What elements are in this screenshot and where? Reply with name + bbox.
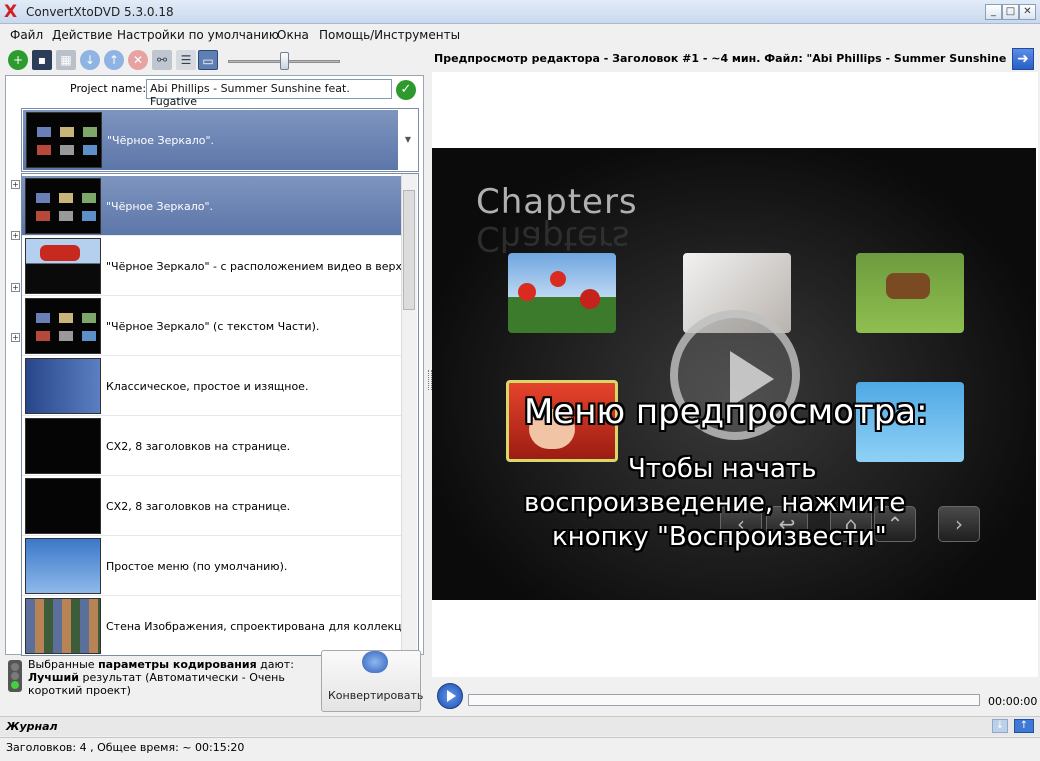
list-item-label: Стена Изображения, спроектирована для ко… [106, 620, 401, 633]
expand-icon[interactable]: + [11, 180, 20, 189]
journal-label[interactable]: Журнал [6, 720, 58, 733]
template-thumbnail [26, 112, 102, 168]
template-thumbnail [25, 538, 101, 594]
list-item[interactable]: "Чёрное Зеркало". [22, 176, 402, 236]
encoding-result-bold: Лучший [28, 671, 79, 684]
list-item-label: Простое меню (по умолчанию). [106, 560, 288, 573]
list-item-label: CX2, 8 заголовков на странице. [106, 440, 291, 453]
close-button[interactable]: ✕ [1019, 4, 1036, 20]
chapters-title-reflection: Chapters [476, 218, 630, 258]
encoding-summary: Выбранные параметры кодирования дают: Лу… [28, 658, 318, 697]
template-thumbnail [25, 418, 101, 474]
template-thumbnail [25, 598, 101, 654]
link-icon[interactable]: ⚯ [152, 50, 172, 70]
menu-defaults[interactable]: Настройки по умолчанию [117, 28, 279, 42]
maximize-button[interactable]: □ [1002, 4, 1019, 20]
chapter-thumbnail[interactable] [508, 253, 616, 333]
expand-icon[interactable]: + [11, 231, 20, 240]
list-item[interactable]: Классическое, простое и изящное. [22, 356, 402, 416]
menu-help-tools[interactable]: Помощь/Инструменты [319, 28, 460, 42]
list-item-label: Классическое, простое и изящное. [106, 380, 309, 393]
menu-template-dropdown[interactable]: "Чёрное Зеркало". "Чёрное Зеркало" - с р… [21, 173, 419, 656]
list-item[interactable]: Стена Изображения, спроектирована для ко… [22, 596, 402, 655]
encoding-suffix: дают: [256, 658, 294, 671]
expand-icon[interactable]: + [11, 283, 20, 292]
zoom-slider-thumb[interactable] [280, 52, 289, 70]
list-item-label: "Чёрное Зеркало" (с текстом Части). [106, 320, 320, 333]
split-icon[interactable]: ▦ [56, 50, 76, 70]
list-item[interactable]: CX2, 8 заголовков на странице. [22, 416, 402, 476]
convert-button[interactable]: Конвертировать [321, 650, 424, 712]
add-icon[interactable]: + [8, 50, 28, 70]
menu-windows[interactable]: Окна [277, 28, 309, 42]
traffic-light-icon [8, 660, 22, 692]
expand-icon[interactable]: + [11, 333, 20, 342]
overlay-title: Меню предпросмотра: [524, 392, 928, 432]
convert-label: Конвертировать [328, 689, 424, 702]
project-name-label: Project name: [70, 82, 147, 95]
minimize-button[interactable]: _ [985, 4, 1002, 20]
arrow-up-icon[interactable]: ↑ [1014, 719, 1034, 733]
list-item-label: CX2, 8 заголовков на странице. [106, 500, 291, 513]
list-item-label: "Чёрное Зеркало" - с расположением видео… [106, 260, 401, 273]
move-up-icon[interactable]: ↑ [104, 50, 124, 70]
chapters-title: Chapters [476, 182, 638, 222]
list-item-label: "Чёрное Зеркало". [106, 200, 214, 213]
convert-icon [362, 651, 388, 673]
app-logo-icon: X [4, 2, 18, 22]
list-icon[interactable]: ☰ [176, 50, 196, 70]
nav-next-button[interactable]: › [938, 506, 980, 542]
chapter-thumbnail[interactable] [856, 253, 964, 333]
play-button[interactable] [437, 683, 463, 709]
template-thumbnail [25, 358, 101, 414]
menu-template-selected-label: "Чёрное Зеркало". [107, 134, 215, 147]
template-thumbnail [25, 298, 101, 354]
arrow-right-icon[interactable]: ➜ [1012, 48, 1034, 70]
preview-header: Предпросмотр редактора - Заголовок #1 - … [434, 52, 1010, 65]
list-item[interactable]: "Чёрное Зеркало" - с расположением видео… [22, 236, 402, 296]
dropdown-scroll-thumb[interactable] [403, 190, 415, 310]
overlay-line: Чтобы начать [628, 454, 817, 484]
confirm-check-icon[interactable]: ✓ [396, 80, 416, 100]
template-thumbnail [25, 178, 101, 234]
encoding-prefix: Выбранные [28, 658, 99, 671]
remove-icon[interactable]: ✕ [128, 50, 148, 70]
monitor-icon[interactable]: ▭ [198, 50, 218, 70]
window-title: ConvertXtoDVD 5.3.0.18 [26, 5, 174, 19]
seek-bar[interactable] [468, 694, 980, 706]
menu-action[interactable]: Действие [52, 28, 112, 42]
chevron-down-icon[interactable]: ▼ [399, 110, 417, 170]
list-item[interactable]: "Чёрное Зеркало" (с текстом Части). [22, 296, 402, 356]
journal-bar [0, 716, 1040, 736]
arrow-down-icon[interactable]: ↓ [992, 719, 1008, 733]
menu-template-selected[interactable]: "Чёрное Зеркало". [23, 110, 398, 170]
move-down-icon[interactable]: ↓ [80, 50, 100, 70]
project-name-input[interactable]: Abi Phillips - Summer Sunshine feat. Fug… [146, 79, 392, 108]
template-thumbnail [25, 238, 101, 294]
overlay-line: воспроизведение, нажмите [524, 488, 906, 518]
dvd-menu-preview[interactable]: Chapters Chapters ‹ ↩ ⌂ ⌃ › Меню предпро… [432, 148, 1036, 600]
menu-file[interactable]: Файл [10, 28, 43, 42]
time-display: 00:00:00 [988, 695, 1038, 708]
save-icon[interactable]: ▪ [32, 50, 52, 70]
list-item[interactable]: CX2, 8 заголовков на странице. [22, 476, 402, 536]
overlay-line: кнопку "Воспроизвести" [552, 522, 887, 552]
status-text: Заголовков: 4 , Общее время: ~ 00:15:20 [6, 741, 245, 754]
list-item[interactable]: Простое меню (по умолчанию). [22, 536, 402, 596]
template-thumbnail [25, 478, 101, 534]
encoding-bold: параметры кодирования [98, 658, 257, 671]
